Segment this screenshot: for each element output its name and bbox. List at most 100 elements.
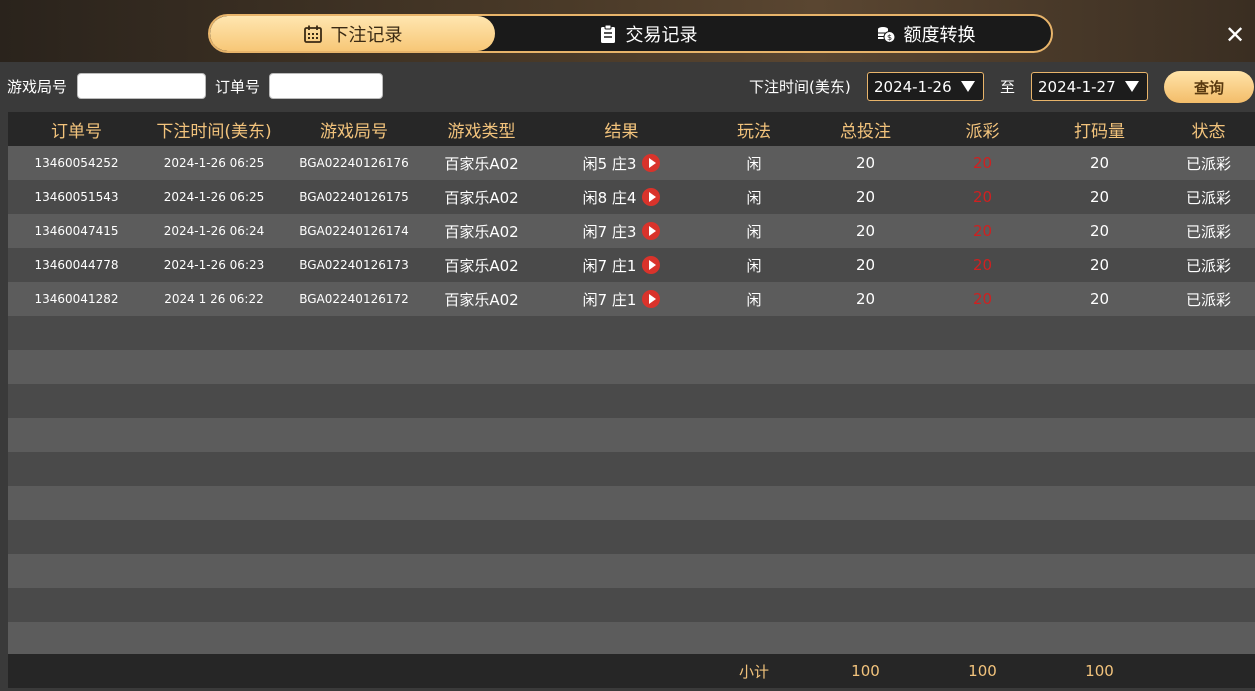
date-from-value: 2024-1-26 (874, 77, 952, 96)
cell-bet-time-text: 2024-1-26 06:24 (163, 224, 265, 238)
cell-total-bet: 20 (803, 146, 928, 180)
header-game-no: 游戏局号 (320, 121, 388, 142)
cell-play: 闲 (705, 146, 803, 180)
order-no-label: 订单号 (215, 78, 261, 96)
play-replay-icon[interactable] (642, 290, 661, 308)
cell-bet-time: 2024-1-26 06:25 (145, 180, 283, 214)
cell-result: 闲7 庄1 (538, 282, 705, 316)
empty-row (8, 622, 1255, 656)
cell-bet-time-text: 2024-1-26 06:23 (163, 258, 265, 272)
cell-game-type: 百家乐A02 (425, 146, 538, 180)
tab-bet-records[interactable]: 下注记录 (210, 16, 495, 51)
tab-label: 交易记录 (625, 24, 698, 46)
header-turnover: 打码量 (1074, 121, 1125, 142)
header-status: 状态 (1191, 121, 1226, 142)
tab-transaction-records[interactable]: 交易记录 (495, 16, 800, 51)
cell-play-text: 闲 (746, 154, 762, 173)
header-bet-time: 下注时间(美东) (156, 121, 272, 142)
cell-game-type-text: 百家乐A02 (444, 222, 519, 241)
cell-play: 闲 (705, 214, 803, 248)
cell-turnover-text: 20 (1089, 256, 1110, 274)
cell-payout-text: 20 (972, 222, 993, 240)
cell-status: 已派彩 (1162, 214, 1255, 248)
cell-game-type-text: 百家乐A02 (444, 290, 519, 309)
header-payout: 派彩 (965, 121, 1000, 142)
cell-order-no: 13460051543 (8, 180, 145, 214)
table-row: 13460051543 2024-1-26 06:25 BGA02240126175… (8, 180, 1255, 214)
cell-total-bet-text: 20 (855, 290, 876, 308)
header-game-type: 游戏类型 (447, 121, 516, 142)
date-from-select[interactable]: 2024-1-26 (867, 72, 984, 101)
cell-game-no-text: BGA02240126174 (299, 224, 409, 238)
cell-order-no: 13460047415 (8, 214, 145, 248)
cell-payout-text: 20 (972, 154, 993, 172)
cell-payout-text: 20 (972, 188, 993, 206)
header-result: 结果 (604, 121, 639, 142)
close-icon[interactable]: ✕ (1225, 23, 1245, 47)
cell-play: 闲 (705, 282, 803, 316)
tab-credit-transfer[interactable]: $ 额度转换 (800, 16, 1051, 51)
cell-play-text: 闲 (746, 222, 762, 241)
empty-row (8, 554, 1255, 588)
cell-result-text: 闲5 庄3 (582, 154, 637, 173)
header-order-no: 订单号 (51, 121, 102, 142)
cell-bet-time: 2024-1-26 06:25 (145, 146, 283, 180)
play-replay-icon[interactable] (642, 188, 661, 206)
cell-bet-time: 2024 1 26 06:22 (145, 282, 283, 316)
cell-total-bet: 20 (803, 248, 928, 282)
cell-status-text: 已派彩 (1185, 256, 1231, 275)
query-button[interactable]: 查询 (1164, 71, 1254, 103)
order-no-input[interactable] (269, 73, 383, 99)
empty-row (8, 452, 1255, 486)
cell-total-bet-text: 20 (855, 256, 876, 274)
table-row: 13460047415 2024-1-26 06:24 BGA02240126174… (8, 214, 1255, 248)
empty-row (8, 486, 1255, 520)
bet-records-table: 订单号 下注时间(美东) 游戏局号 游戏类型 结果 玩法 总投注 派彩 打码量 … (8, 112, 1255, 688)
empty-row (8, 588, 1255, 622)
cell-result-text: 闲7 庄1 (582, 290, 637, 309)
cell-bet-time: 2024-1-26 06:23 (145, 248, 283, 282)
cell-turnover: 20 (1037, 248, 1162, 282)
cell-payout-text: 20 (972, 290, 993, 308)
bet-records-window: 下注记录 交易记录 $ 额度转换 ✕ 游戏局号 订单号 下注时间(美东) 202… (0, 0, 1255, 691)
empty-row (8, 418, 1255, 452)
subtotal-turnover: 100 (1085, 662, 1114, 680)
cell-game-no: BGA02240126174 (283, 214, 425, 248)
cell-order-no-text: 13460051543 (34, 190, 119, 204)
cell-play: 闲 (705, 248, 803, 282)
cell-game-no-text: BGA02240126172 (299, 292, 409, 306)
bet-time-label: 下注时间(美东) (749, 78, 851, 96)
cell-turnover-text: 20 (1089, 154, 1110, 172)
cell-result: 闲7 庄3 (538, 214, 705, 248)
cell-order-no: 13460054252 (8, 146, 145, 180)
subtotal-bet: 100 (851, 662, 880, 680)
cell-status-text: 已派彩 (1185, 222, 1231, 241)
play-replay-icon[interactable] (642, 154, 661, 172)
cell-game-type-text: 百家乐A02 (444, 154, 519, 173)
play-replay-icon[interactable] (642, 256, 661, 274)
cell-total-bet: 20 (803, 282, 928, 316)
cell-game-type: 百家乐A02 (425, 214, 538, 248)
game-no-input[interactable] (77, 73, 206, 99)
header-total-bet: 总投注 (840, 121, 891, 142)
cell-status-text: 已派彩 (1185, 290, 1231, 309)
cell-game-no: BGA02240126175 (283, 180, 425, 214)
cell-order-no: 13460044778 (8, 248, 145, 282)
cell-result-text: 闲8 庄4 (582, 188, 637, 207)
subtotal-row: 小计 100 100 100 (8, 654, 1255, 688)
empty-row (8, 350, 1255, 384)
cell-order-no-text: 13460054252 (34, 156, 119, 170)
cell-payout: 20 (928, 180, 1037, 214)
cell-order-no-text: 13460041282 (34, 292, 119, 306)
cell-total-bet: 20 (803, 214, 928, 248)
date-to-select[interactable]: 2024-1-27 (1031, 72, 1148, 101)
play-replay-icon[interactable] (642, 222, 661, 240)
cell-payout: 20 (928, 146, 1037, 180)
cell-game-no-text: BGA02240126175 (299, 190, 409, 204)
cell-game-no-text: BGA02240126176 (299, 156, 409, 170)
cell-game-no-text: BGA02240126173 (299, 258, 409, 272)
cell-play: 闲 (705, 180, 803, 214)
cell-game-no: BGA02240126176 (283, 146, 425, 180)
cell-status: 已派彩 (1162, 282, 1255, 316)
cell-status: 已派彩 (1162, 146, 1255, 180)
